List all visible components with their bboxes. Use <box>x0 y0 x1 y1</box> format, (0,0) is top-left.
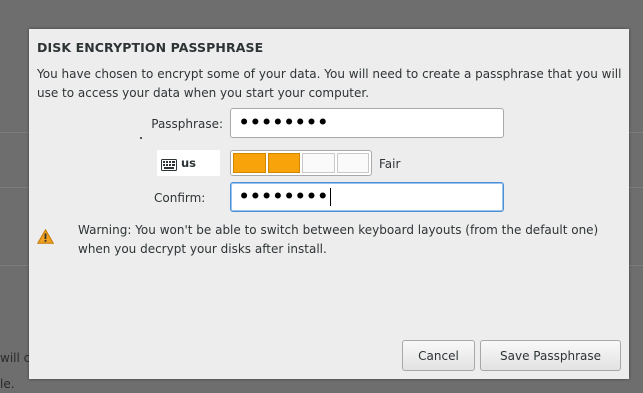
background-text: le. <box>0 377 15 391</box>
dialog-description: You have chosen to encrypt some of your … <box>37 67 622 100</box>
confirm-input[interactable]: •••••••• <box>230 182 504 212</box>
strength-segment <box>302 153 335 173</box>
strength-segment <box>233 153 266 173</box>
dialog-title: DISK ENCRYPTION PASSPHRASE <box>37 40 264 55</box>
confirm-value: •••••••• <box>239 187 329 207</box>
strength-segment <box>267 153 300 173</box>
cancel-button[interactable]: Cancel <box>402 340 475 371</box>
passphrase-value: •••••••• <box>239 113 329 133</box>
passphrase-label: Passphrase: <box>151 117 223 131</box>
keyboard-icon <box>161 156 177 175</box>
passphrase-input[interactable]: •••••••• <box>230 108 504 138</box>
text-cursor <box>329 188 331 206</box>
save-passphrase-button[interactable]: Save Passphrase <box>480 340 621 371</box>
strength-label: Fair <box>379 157 401 171</box>
confirm-label: Confirm: <box>154 191 206 205</box>
warning-message: Warning: You won't be able to switch bet… <box>78 223 599 256</box>
decorative-dot <box>140 137 142 139</box>
passphrase-dialog: DISK ENCRYPTION PASSPHRASE You have chos… <box>29 29 629 379</box>
keyboard-layout-label: us <box>181 156 197 170</box>
passphrase-strength-meter <box>230 150 372 176</box>
keyboard-layout-indicator[interactable]: us <box>157 150 220 176</box>
warning-triangle-icon <box>36 228 55 248</box>
strength-segment <box>336 153 369 173</box>
